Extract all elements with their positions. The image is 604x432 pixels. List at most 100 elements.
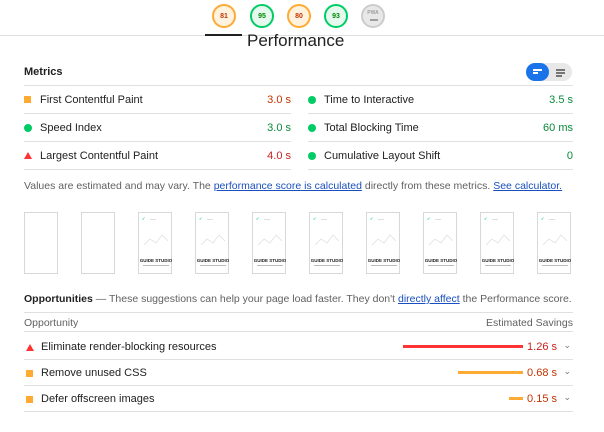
metric-label: Cumulative Layout Shift (324, 149, 441, 162)
metrics-grid: First Contentful Paint 3.0 s Time to Int… (24, 85, 573, 171)
frame-caption: GUIDE STUDIO (481, 258, 515, 263)
frame-nav-lines: —— (378, 217, 384, 221)
frame-decoration (429, 234, 453, 246)
chevron-down-icon[interactable]: ⌄ (563, 366, 571, 377)
frame-caption: GUIDE STUDIO (139, 258, 173, 263)
average-square-icon (26, 396, 33, 403)
score-value: 93 (332, 12, 340, 20)
site-logo-icon: ✓ (142, 216, 146, 221)
compact-view-icon[interactable] (556, 69, 565, 77)
metric-value: 4.0 s (267, 149, 291, 162)
average-square-icon (24, 96, 31, 103)
filmstrip-frame: ✓ —— GUIDE STUDIO (138, 212, 172, 274)
score-value: PWA (367, 10, 379, 16)
score-calculated-link[interactable]: performance score is calculated (214, 180, 362, 192)
opportunities-description: — These suggestions can help your page l… (92, 293, 398, 305)
column-estimated-savings: Estimated Savings (486, 317, 573, 329)
frame-nav-lines: —— (492, 217, 498, 221)
average-square-icon (26, 370, 33, 377)
estimate-text: Values are estimated and may vary. The (24, 180, 214, 192)
page-title: Performance (247, 31, 345, 50)
filmstrip-frame: ✓ —— GUIDE STUDIO (423, 212, 457, 274)
savings-bar (458, 371, 523, 374)
frame-decoration (543, 234, 567, 246)
column-opportunity: Opportunity (24, 317, 79, 329)
savings-value: 1.26 s (527, 341, 557, 353)
list-view-icon (533, 69, 542, 75)
frame-nav-lines: —— (264, 217, 270, 221)
metric-speed-index: Speed Index 3.0 s (24, 114, 291, 142)
metric-cumulative-layout-shift: Cumulative Layout Shift 0 (308, 142, 573, 170)
savings-value: 0.68 s (527, 367, 557, 379)
active-tab-underline (205, 34, 242, 36)
frame-nav-lines: —— (549, 217, 555, 221)
frame-decoration (315, 234, 339, 246)
filmstrip-frame-blank (81, 212, 115, 274)
estimate-note: Values are estimated and may vary. The p… (24, 180, 562, 192)
metric-label: First Contentful Paint (40, 93, 143, 106)
opportunities-description: the Performance score. (459, 293, 572, 305)
frame-decoration (486, 234, 510, 246)
metrics-heading: Metrics (24, 66, 63, 78)
pass-circle-icon (308, 151, 316, 160)
fail-triangle-icon (26, 344, 34, 351)
opportunity-eliminate-render-blocking[interactable]: Eliminate render-blocking resources 1.26… (24, 334, 573, 360)
savings-bar (403, 345, 523, 348)
frame-divider (371, 265, 397, 266)
metric-value: 3.0 s (267, 121, 291, 134)
frame-nav-lines: —— (435, 217, 441, 221)
filmstrip-frame: ✓ —— GUIDE STUDIO (195, 212, 229, 274)
metric-label: Speed Index (40, 121, 102, 134)
score-value: 80 (295, 12, 303, 20)
chevron-down-icon[interactable]: ⌄ (563, 392, 571, 403)
frame-nav-lines: —— (150, 217, 156, 221)
fail-triangle-icon (24, 152, 32, 159)
filmstrip-frame: ✓ —— GUIDE STUDIO (309, 212, 343, 274)
see-calculator-link[interactable]: See calculator. (493, 180, 562, 192)
site-logo-icon: ✓ (541, 216, 545, 221)
filmstrip-frame: ✓ —— GUIDE STUDIO (537, 212, 571, 274)
score-gauge-best-practices[interactable]: 80 (287, 4, 311, 28)
opportunities-header: Opportunities — These suggestions can he… (24, 293, 572, 305)
frame-decoration (372, 234, 396, 246)
metric-first-contentful-paint: First Contentful Paint 3.0 s (24, 86, 291, 114)
opportunity-label: Defer offscreen images (41, 393, 155, 405)
pass-circle-icon (308, 123, 316, 132)
metrics-view-toggle[interactable] (526, 63, 572, 81)
frame-caption: GUIDE STUDIO (310, 258, 344, 263)
filmstrip-frame: ✓ —— GUIDE STUDIO (366, 212, 400, 274)
estimate-text: directly from these metrics. (361, 180, 494, 192)
frame-divider (485, 265, 511, 266)
metric-label: Total Blocking Time (324, 121, 419, 134)
metric-value: 60 ms (543, 121, 573, 134)
frame-caption: GUIDE STUDIO (196, 258, 230, 263)
metric-largest-contentful-paint: Largest Contentful Paint 4.0 s (24, 142, 291, 170)
frame-decoration (144, 234, 168, 246)
score-gauge-pwa[interactable]: PWA (361, 4, 385, 28)
directly-affect-link[interactable]: directly affect (398, 293, 460, 305)
frame-nav-lines: —— (321, 217, 327, 221)
opportunities-column-header: Opportunity Estimated Savings (24, 312, 573, 332)
opportunity-defer-offscreen-images[interactable]: Defer offscreen images 0.15 s ⌄ (24, 386, 573, 412)
site-logo-icon: ✓ (199, 216, 203, 221)
pass-circle-icon (308, 95, 316, 104)
opportunities-heading: Opportunities (24, 293, 93, 305)
frame-caption: GUIDE STUDIO (538, 258, 572, 263)
savings-bar (509, 397, 523, 400)
score-gauge-performance[interactable]: 81 (212, 4, 236, 28)
filmstrip-frame: ✓ —— GUIDE STUDIO (252, 212, 286, 274)
score-gauge-seo[interactable]: 93 (324, 4, 348, 28)
opportunity-label: Eliminate render-blocking resources (41, 341, 217, 353)
opportunity-remove-unused-css[interactable]: Remove unused CSS 0.68 s ⌄ (24, 360, 573, 386)
frame-divider (257, 265, 283, 266)
site-logo-icon: ✓ (313, 216, 317, 221)
savings-value: 0.15 s (527, 393, 557, 405)
filmstrip-frame: ✓ —— GUIDE STUDIO (480, 212, 514, 274)
score-gauge-accessibility[interactable]: 95 (250, 4, 274, 28)
site-logo-icon: ✓ (256, 216, 260, 221)
score-value: 81 (220, 12, 228, 20)
metric-value: 3.0 s (267, 93, 291, 106)
frame-divider (542, 265, 568, 266)
chevron-down-icon[interactable]: ⌄ (563, 340, 571, 351)
metric-value: 3.5 s (549, 93, 573, 106)
